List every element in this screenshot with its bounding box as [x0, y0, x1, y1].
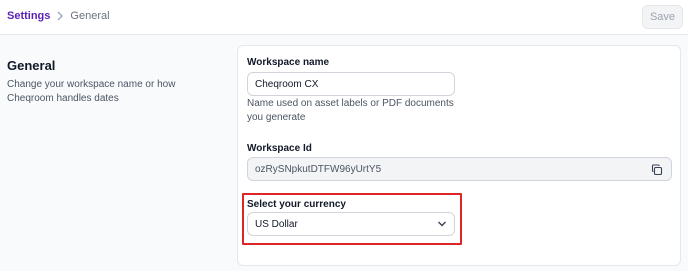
copy-icon[interactable] [651, 164, 663, 176]
workspace-name-label: Workspace name [247, 57, 330, 68]
chevron-right-icon [56, 11, 64, 21]
currency-selected-value: US Dollar [255, 218, 298, 230]
workspace-name-hint: Name used on asset labels or PDF documen… [247, 98, 454, 123]
workspace-name-input[interactable]: Cheqroom CX [247, 72, 455, 96]
chevron-down-icon [437, 220, 447, 228]
section-description: Change your workspace name or how Cheqro… [7, 79, 176, 104]
breadcrumb-current: General [70, 10, 110, 22]
workspace-id-field: ozRySNpkutDTFW96yUrtY5 [247, 157, 672, 181]
currency-select[interactable]: US Dollar [247, 212, 455, 236]
top-bar: Settings General Save [0, 0, 688, 35]
section-title: General [7, 58, 56, 73]
breadcrumb: Settings General [7, 10, 110, 22]
section-intro: General Change your workspace name or ho… [7, 58, 222, 106]
workspace-id-value: ozRySNpkutDTFW96yUrtY5 [255, 163, 382, 175]
save-button[interactable]: Save [642, 5, 683, 29]
currency-label: Select your currency [247, 199, 346, 210]
workspace-id-label: Workspace Id [247, 143, 312, 154]
breadcrumb-settings-link[interactable]: Settings [7, 10, 50, 22]
